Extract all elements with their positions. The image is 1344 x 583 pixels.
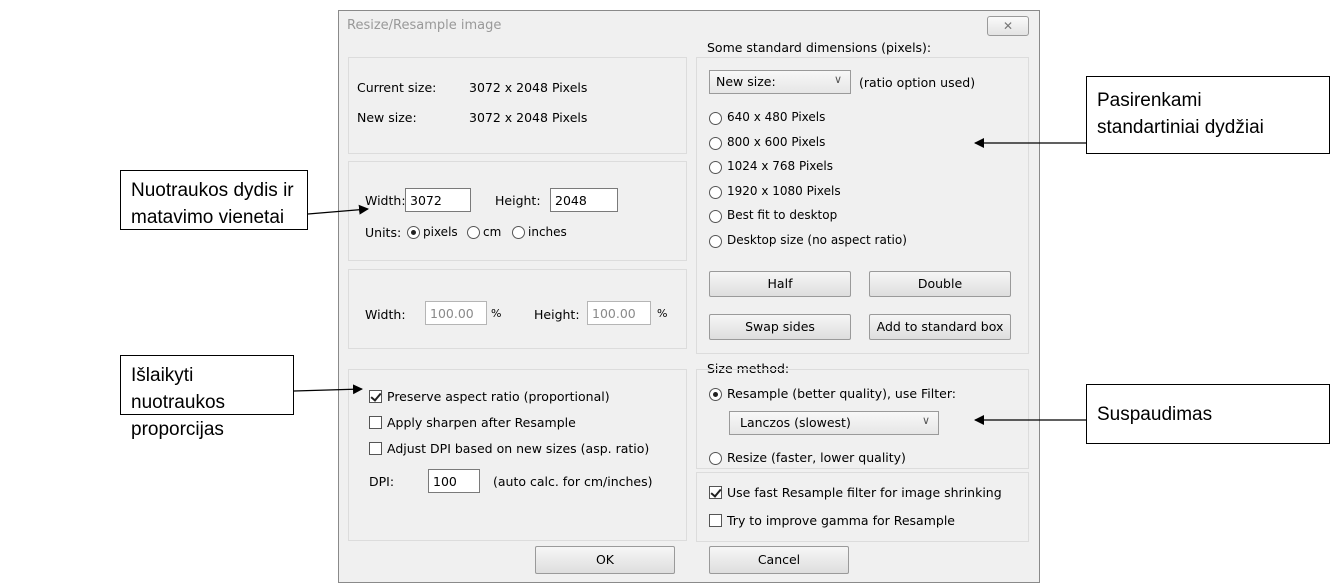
callout-arrows (293, 138, 1086, 425)
arrow-aspect (293, 384, 363, 395)
arrow-size-units (307, 204, 369, 215)
